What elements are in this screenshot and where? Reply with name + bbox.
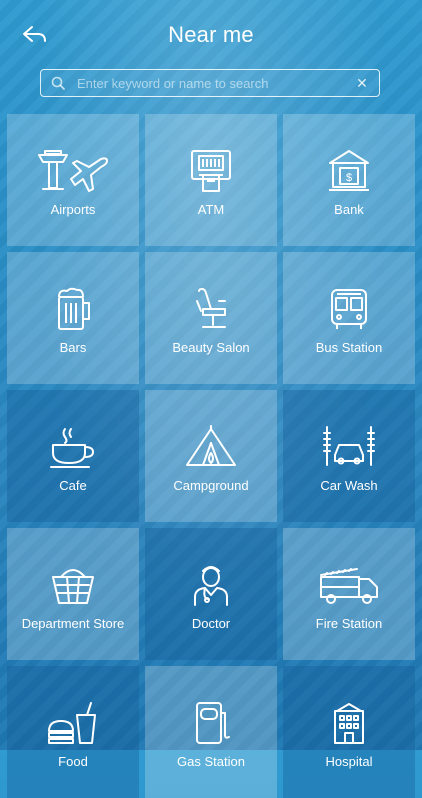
header: Near me: [0, 0, 422, 68]
search-bar: ✕: [40, 69, 380, 97]
category-tile-department-store[interactable]: Department Store: [7, 528, 139, 660]
category-tile-gas-station[interactable]: Gas Station: [145, 666, 277, 798]
category-tile-food[interactable]: Food: [7, 666, 139, 798]
category-tile-airports[interactable]: Airports: [7, 114, 139, 246]
category-label: Car Wash: [320, 478, 378, 493]
category-tile-car-wash[interactable]: Car Wash: [283, 390, 415, 522]
category-label: Department Store: [21, 616, 125, 631]
tent-icon: [179, 422, 243, 472]
category-label: Food: [58, 754, 88, 769]
category-label: Airports: [50, 202, 96, 217]
category-tile-hospital[interactable]: Hospital: [283, 666, 415, 798]
category-tile-bars[interactable]: Bars: [7, 252, 139, 384]
shopping-basket-icon: [41, 560, 105, 610]
coffee-cup-icon: [41, 422, 105, 472]
category-tile-beauty-salon[interactable]: Beauty Salon: [145, 252, 277, 384]
atm-icon: [179, 146, 243, 196]
category-label: Fire Station: [315, 616, 383, 631]
car-wash-icon: [317, 422, 381, 472]
beer-mug-icon: [41, 284, 105, 334]
category-label: Campground: [173, 478, 249, 493]
bus-icon: [317, 284, 381, 334]
clear-icon[interactable]: ✕: [349, 70, 375, 96]
category-label: Doctor: [191, 616, 231, 631]
category-label: Gas Station: [177, 754, 245, 769]
page-title: Near me: [168, 22, 254, 47]
category-tile-atm[interactable]: ATM: [145, 114, 277, 246]
category-tile-campground[interactable]: Campground: [145, 390, 277, 522]
category-label: Beauty Salon: [172, 340, 250, 355]
search-icon: [51, 76, 65, 90]
category-label: Hospital: [325, 754, 373, 769]
svg-text:$: $: [346, 172, 352, 184]
search-input[interactable]: [75, 74, 349, 92]
salon-chair-icon: [179, 284, 243, 334]
category-tile-bus-station[interactable]: Bus Station: [283, 252, 415, 384]
fire-truck-icon: [317, 560, 381, 610]
gas-pump-icon: [179, 698, 243, 748]
category-label: Bank: [334, 202, 364, 217]
fast-food-icon: [41, 698, 105, 748]
category-label: Bus Station: [315, 340, 383, 355]
category-label: Cafe: [59, 478, 87, 493]
doctor-icon: [179, 560, 243, 610]
category-tile-cafe[interactable]: Cafe: [7, 390, 139, 522]
category-label: ATM: [197, 202, 225, 217]
category-tile-bank[interactable]: $ Bank: [283, 114, 415, 246]
hospital-icon: [317, 698, 381, 748]
category-grid: Airports ATM $ Bank Bars Beauty Salon Bu…: [7, 114, 415, 798]
bank-icon: $: [317, 146, 381, 196]
airport-icon: [38, 146, 108, 196]
category-label: Bars: [59, 340, 87, 355]
category-tile-doctor[interactable]: Doctor: [145, 528, 277, 660]
category-tile-fire-station[interactable]: Fire Station: [283, 528, 415, 660]
